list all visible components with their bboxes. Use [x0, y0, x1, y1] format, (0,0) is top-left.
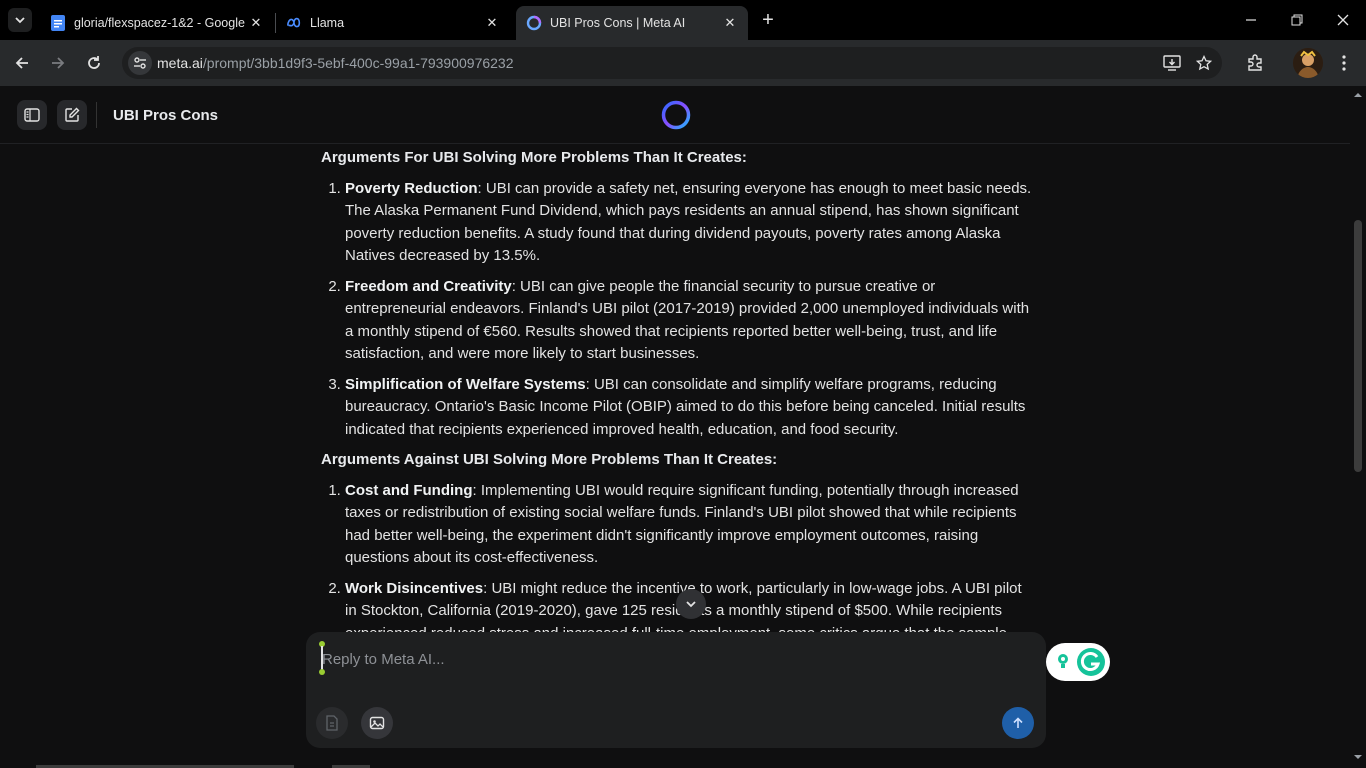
browser-menu-button[interactable]	[1329, 48, 1359, 78]
kebab-menu-icon	[1342, 55, 1346, 71]
scroll-up-arrow-icon[interactable]	[1350, 88, 1366, 102]
item-title: Freedom and Creativity	[345, 277, 512, 295]
sidebar-icon	[24, 108, 40, 122]
conversation-title: UBI Pros Cons	[113, 107, 219, 124]
reply-composer[interactable]: Reply to Meta AI...	[306, 632, 1046, 748]
bookmark-star-icon[interactable]	[1194, 53, 1214, 73]
url-domain: meta.ai	[157, 55, 203, 71]
send-button[interactable]	[1002, 707, 1034, 739]
tab-title: UBI Pros Cons | Meta AI	[550, 16, 686, 30]
list-item: Simplification of Welfare Systems: UBI c…	[345, 374, 1036, 442]
tab-search-button[interactable]	[8, 8, 32, 32]
attach-file-button[interactable]	[316, 707, 348, 739]
tab-llama[interactable]: Llama ✕	[276, 6, 510, 40]
site-info-button[interactable]	[128, 51, 152, 75]
grammarly-g-icon	[1077, 648, 1105, 676]
forward-button[interactable]	[43, 48, 73, 78]
close-icon	[1337, 14, 1349, 26]
assistant-message: Arguments For UBI Solving More Problems …	[321, 147, 1036, 638]
chat-scroll-area[interactable]: Arguments For UBI Solving More Problems …	[0, 144, 1350, 638]
list-item: Cost and Funding: Implementing UBI would…	[345, 480, 1036, 570]
app-header: UBI Pros Cons	[0, 86, 1350, 144]
url-path: /prompt/3bb1d9f3-5ebf-400c-99a1-79390097…	[202, 55, 514, 71]
list-item: Poverty Reduction: UBI can provide a saf…	[345, 178, 1036, 268]
item-title: Poverty Reduction	[345, 179, 478, 197]
google-docs-icon	[50, 15, 66, 31]
arrow-up-icon	[1013, 717, 1023, 728]
meta-ai-ring-icon	[526, 15, 542, 31]
tab-meta-ai[interactable]: UBI Pros Cons | Meta AI ✕	[516, 6, 748, 40]
plus-icon: +	[762, 8, 774, 31]
puzzle-icon	[1248, 54, 1262, 71]
arguments-against-list: Cost and Funding: Implementing UBI would…	[321, 480, 1036, 639]
close-tab-icon[interactable]: ✕	[484, 15, 500, 31]
scroll-down-arrow-icon[interactable]	[1350, 750, 1366, 764]
reload-button[interactable]	[79, 48, 109, 78]
arrow-right-icon	[52, 57, 65, 69]
arrow-left-icon	[15, 57, 28, 69]
grammarly-widget[interactable]	[1046, 643, 1110, 681]
item-title: Work Disincentives	[345, 579, 484, 597]
browser-tab-strip: gloria/flexspacez-1&2 - Google ✕ Llama ✕…	[0, 0, 1366, 40]
install-app-icon[interactable]	[1162, 53, 1182, 73]
lightbulb-icon	[1058, 654, 1068, 668]
file-icon	[326, 715, 338, 731]
address-bar[interactable]: meta.ai/prompt/3bb1d9f3-5ebf-400c-99a1-7…	[122, 47, 1222, 79]
chevron-down-icon	[15, 17, 25, 24]
toggle-sidebar-button[interactable]	[17, 100, 47, 130]
meta-ai-logo-icon[interactable]	[660, 99, 692, 131]
scrollbar-thumb[interactable]	[1354, 220, 1362, 472]
arguments-for-list: Poverty Reduction: UBI can provide a saf…	[321, 178, 1036, 442]
minimize-icon	[1246, 19, 1256, 21]
restore-button[interactable]	[1274, 0, 1320, 40]
back-button[interactable]	[7, 48, 37, 78]
item-title: Cost and Funding	[345, 481, 473, 499]
avatar-image-icon	[1293, 48, 1323, 78]
restore-icon	[1291, 14, 1303, 26]
vertical-scrollbar[interactable]	[1350, 86, 1366, 768]
tab-title: Llama	[310, 16, 345, 30]
tab-google-docs[interactable]: gloria/flexspacez-1&2 - Google ✕	[40, 6, 274, 40]
close-window-button[interactable]	[1320, 0, 1366, 40]
new-tab-button[interactable]: +	[756, 8, 780, 32]
item-title: Simplification of Welfare Systems	[345, 375, 586, 393]
tune-icon	[134, 57, 146, 69]
meta-logo-icon	[286, 15, 302, 31]
section-heading-against: Arguments Against UBI Solving More Probl…	[321, 451, 778, 468]
new-chat-button[interactable]	[57, 100, 87, 130]
minimize-button[interactable]	[1228, 0, 1274, 40]
url-text[interactable]: meta.ai/prompt/3bb1d9f3-5ebf-400c-99a1-7…	[157, 55, 514, 71]
close-tab-icon[interactable]: ✕	[722, 15, 738, 31]
list-item: Freedom and Creativity: UBI can give peo…	[345, 276, 1036, 366]
reload-icon	[88, 56, 100, 69]
scroll-to-bottom-button[interactable]	[676, 589, 706, 619]
attach-image-button[interactable]	[361, 707, 393, 739]
section-heading-for: Arguments For UBI Solving More Problems …	[321, 149, 747, 166]
edit-icon	[65, 107, 80, 122]
close-tab-icon[interactable]: ✕	[248, 15, 264, 31]
chevron-down-icon	[686, 601, 696, 608]
profile-avatar[interactable]	[1293, 48, 1323, 78]
header-divider	[96, 102, 97, 128]
reply-input[interactable]: Reply to Meta AI...	[322, 651, 445, 668]
image-icon	[369, 716, 385, 730]
extensions-button[interactable]	[1240, 48, 1270, 78]
tab-title: gloria/flexspacez-1&2 - Google	[74, 16, 245, 30]
